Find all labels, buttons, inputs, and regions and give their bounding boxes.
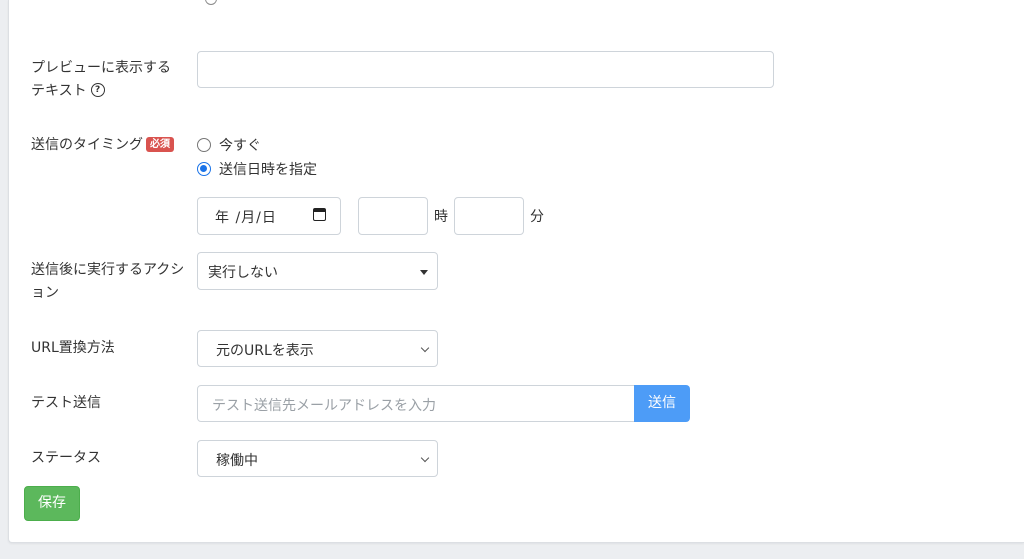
required-badge: 必須 <box>146 136 174 152</box>
preview-text-input[interactable] <box>197 51 774 88</box>
chevron-down-icon <box>420 453 430 463</box>
chevron-down-icon <box>420 343 430 353</box>
radio-now[interactable]: 今すぐ <box>197 135 261 155</box>
hour-unit: 時 <box>434 209 448 225</box>
clipped-radio-option <box>205 0 223 5</box>
url-replace-label: URL置換方法 <box>31 340 115 356</box>
test-send-label: テスト送信 <box>31 395 101 411</box>
question-circle-icon[interactable]: ? <box>90 83 105 97</box>
preview-text-label: プレビューに表示する テキスト? <box>31 60 171 99</box>
caret-down-icon <box>420 270 428 275</box>
save-button[interactable]: 保存 <box>24 486 80 521</box>
radio-schedule[interactable]: 送信日時を指定 <box>197 159 317 179</box>
timing-label: 送信のタイミング 必須 <box>31 134 174 157</box>
status-select[interactable]: 稼働中 <box>197 440 438 477</box>
status-label: ステータス <box>31 450 101 466</box>
test-email-input[interactable]: テスト送信先メールアドレスを入力 <box>197 385 635 422</box>
minute-input[interactable] <box>454 197 524 235</box>
url-replace-select[interactable]: 元のURLを表示 <box>197 330 438 367</box>
minute-unit: 分 <box>530 209 544 225</box>
date-input[interactable]: 年 /月/日 <box>197 197 341 235</box>
after-action-label: 送信後に実行するアクシ ョン <box>31 262 185 301</box>
radio-icon[interactable] <box>197 138 211 152</box>
calendar-icon[interactable] <box>313 208 326 221</box>
hour-input[interactable] <box>358 197 428 235</box>
radio-checked-icon[interactable] <box>197 162 211 176</box>
radio-icon <box>205 0 217 5</box>
test-send-button[interactable]: 送信 <box>634 385 690 422</box>
after-action-select[interactable]: 実行しない <box>197 252 438 290</box>
